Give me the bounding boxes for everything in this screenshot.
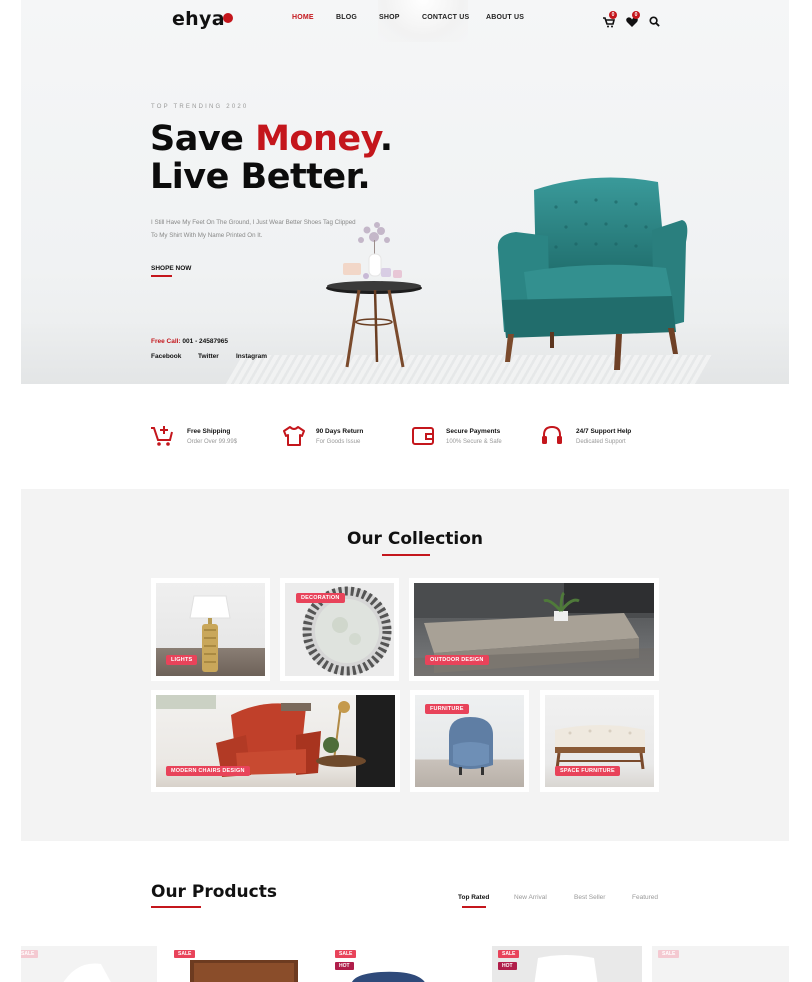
tshirt-icon [283, 426, 305, 446]
feature-subtitle: 100% Secure & Safe [446, 439, 502, 445]
nav-home[interactable]: HOME [292, 14, 314, 21]
site-logo[interactable]: ehya [172, 8, 225, 30]
feature-title: Secure Payments [446, 428, 501, 435]
armchair-image [497, 177, 688, 370]
sale-badge: SALE [658, 950, 680, 958]
hot-badge: HOT [498, 962, 517, 970]
collection-tag: DECORATION [296, 593, 345, 603]
social-instagram[interactable]: Instagram [236, 353, 267, 360]
hero-kicker: TOP TRENDING 2020 [151, 104, 249, 110]
collection-tag: MODERN CHAIRS DESIGN [166, 766, 250, 776]
tab-featured[interactable]: Featured [632, 894, 658, 901]
wallet-icon [412, 427, 434, 445]
products-title: Our Products [151, 882, 277, 902]
hero-title-line2: Live Better. [150, 157, 371, 197]
feature-title: 90 Days Return [316, 428, 364, 435]
sale-badge: SALE [335, 950, 357, 958]
collection-title-underline [382, 554, 430, 556]
product-card[interactable]: SALE HOT [492, 946, 642, 982]
free-call: Free Call: 001 - 24587965 [151, 338, 228, 345]
product-image [63, 963, 111, 982]
search-icon[interactable] [649, 16, 660, 27]
hero-lead-line1: I Still Have My Feet On The Ground, I Ju… [151, 219, 356, 226]
feature-subtitle: Dedicated Support [576, 439, 626, 445]
sale-badge: SALE [21, 950, 39, 958]
social-facebook[interactable]: Facebook [151, 353, 181, 360]
feature-title: Free Shipping [187, 428, 231, 435]
product-card[interactable]: SALE [166, 946, 310, 982]
collection-tag: FURNITURE [425, 704, 469, 714]
shop-now-button[interactable]: SHOPE NOW [151, 265, 191, 272]
feature-title: 24/7 Support Help [576, 428, 632, 435]
sale-badge: SALE [174, 950, 196, 958]
active-tab-underline [462, 906, 486, 908]
collection-card-decoration[interactable]: DECORATION [280, 578, 399, 681]
nav-about-us[interactable]: ABOUT US [486, 14, 524, 21]
collection-card-space-furniture[interactable]: SPACE FURNITURE [540, 690, 659, 792]
collection-tag: LIGHTS [166, 655, 198, 665]
collection-card-furniture[interactable]: FURNITURE [410, 690, 529, 792]
social-twitter[interactable]: Twitter [198, 353, 219, 360]
nav-shop[interactable]: SHOP [379, 14, 400, 21]
collection-title: Our Collection [347, 529, 484, 549]
hot-badge: HOT [335, 962, 354, 970]
cart-plus-icon [151, 426, 173, 446]
collection-card-modern-chairs[interactable]: MODERN CHAIRS DESIGN [151, 690, 400, 792]
tab-best-seller[interactable]: Best Seller [574, 894, 605, 901]
collection-card-lights[interactable]: LIGHTS [151, 578, 270, 681]
hero-lead-line2: To My Shirt With My Name Printed On It. [151, 232, 263, 239]
product-card[interactable]: SALE [21, 946, 157, 982]
collection-tag: SPACE FURNITURE [555, 766, 620, 776]
logo-dot [223, 13, 233, 23]
product-card[interactable]: SALE [652, 946, 789, 982]
headset-icon [542, 425, 562, 444]
hero-title-line1: Save Money. [150, 119, 393, 159]
nav-contact-us[interactable]: CONTACT US [422, 14, 469, 21]
sale-badge: SALE [498, 950, 520, 958]
tab-top-rated[interactable]: Top Rated [458, 894, 489, 901]
pendant-lamp [378, 0, 468, 42]
collection-tag: OUTDOOR DESIGN [425, 655, 489, 665]
wishlist-count-badge: 0 [632, 11, 640, 19]
feature-subtitle: Order Over 99.99$ [187, 439, 238, 445]
tab-new-arrival[interactable]: New Arrival [514, 894, 547, 901]
cta-underline [151, 275, 172, 277]
product-card[interactable]: SALE HOT [331, 946, 481, 982]
products-title-underline [151, 906, 201, 908]
feature-subtitle: For Goods Issue [316, 439, 361, 445]
cart-count-badge: 0 [609, 11, 617, 19]
side-table-image [326, 222, 422, 368]
hero-banner: ehya [21, 0, 789, 384]
nav-blog[interactable]: BLOG [336, 14, 357, 21]
collection-card-outdoor-design[interactable]: OUTDOOR DESIGN [409, 578, 659, 681]
